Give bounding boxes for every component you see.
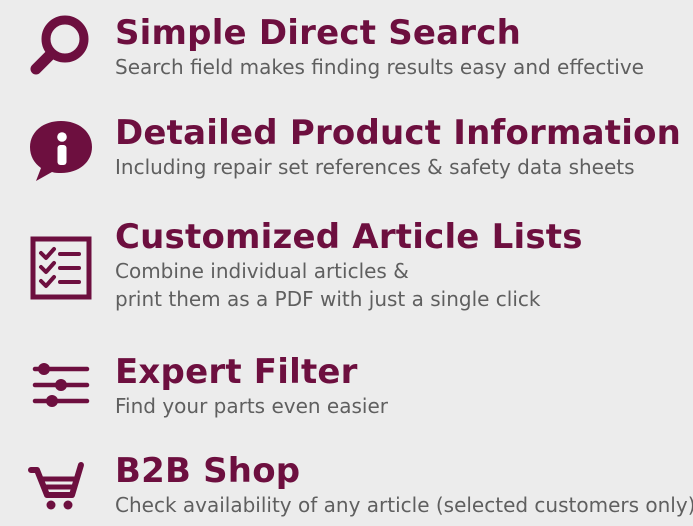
search-icon <box>22 8 100 86</box>
feature-expert-filter: Expert Filter Find your parts even easie… <box>0 345 693 427</box>
feature-title: Detailed Product Information <box>115 113 682 153</box>
filter-sliders-icon <box>22 345 100 427</box>
info-speech-bubble-icon <box>22 108 100 190</box>
feature-description-line: Combine individual articles & <box>115 259 409 283</box>
feature-detailed-product-information: Detailed Product Information Including r… <box>0 108 693 190</box>
feature-description: Check availability of any article (selec… <box>115 493 693 517</box>
feature-content: B2B Shop Check availability of any artic… <box>115 451 693 519</box>
feature-title: Simple Direct Search <box>115 13 522 53</box>
feature-description: Combine individual articles & print them… <box>115 257 689 313</box>
shopping-cart-icon <box>22 446 100 526</box>
checklist-icon <box>22 212 100 324</box>
feature-content: Expert Filter Find your parts even easie… <box>115 353 689 420</box>
feature-content: Simple Direct Search Search field makes … <box>115 14 689 81</box>
feature-description: Search field makes finding results easy … <box>115 55 644 79</box>
feature-title: Expert Filter <box>115 352 358 392</box>
feature-title: Customized Article Lists <box>115 217 583 257</box>
feature-b2b-shop: B2B Shop Check availability of any artic… <box>0 446 693 526</box>
feature-description: Find your parts even easier <box>115 394 388 418</box>
feature-simple-direct-search: Simple Direct Search Search field makes … <box>0 8 693 86</box>
feature-content: Customized Article Lists Combine individ… <box>115 218 689 313</box>
feature-description: Including repair set references & safety… <box>115 155 635 179</box>
feature-content: Detailed Product Information Including r… <box>115 114 689 181</box>
feature-title: B2B Shop <box>115 451 301 491</box>
feature-description-line: print them as a PDF with just a single c… <box>115 287 541 311</box>
feature-customized-article-lists: Customized Article Lists Combine individ… <box>0 212 693 324</box>
